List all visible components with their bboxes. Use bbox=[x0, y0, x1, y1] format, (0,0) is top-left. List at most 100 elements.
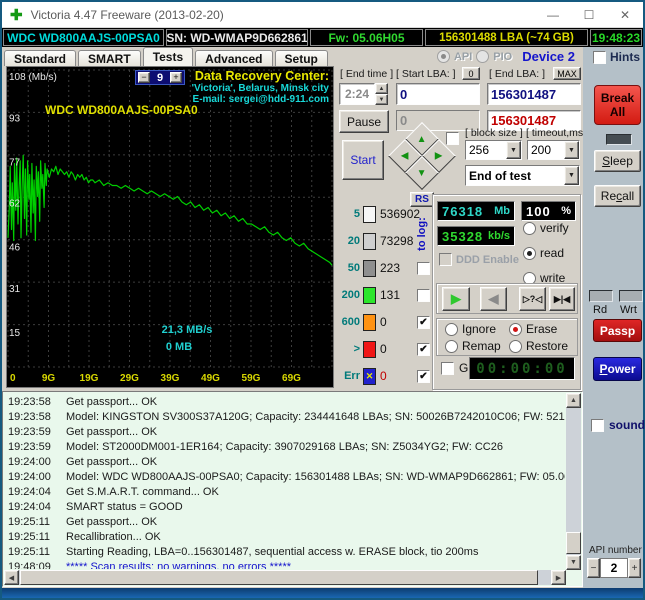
api-pio-group: API PIO Device 2 bbox=[436, 49, 583, 66]
pause-button[interactable]: Pause bbox=[339, 110, 389, 133]
start-lba-field[interactable]: 0 bbox=[396, 83, 480, 105]
log-timestamp: 19:48:09 bbox=[8, 561, 51, 569]
speed-graph: 108 (Mb/s) 93 77 62 46 31 15 0 9G 19G 29G 39G 49G 59G… bbox=[6, 66, 334, 388]
svg-text:77: 77 bbox=[9, 157, 21, 168]
timeout-select[interactable]: 200 ▼ bbox=[527, 140, 580, 160]
counter-row-err: Err ✕ 0 bbox=[336, 364, 432, 388]
max-lba-button[interactable]: MAX bbox=[553, 67, 581, 80]
ddd-checkbox bbox=[439, 253, 452, 266]
hints-checkbox[interactable] bbox=[593, 50, 606, 64]
defect-action-radios: Ignore Erase Remap Restore bbox=[436, 318, 578, 356]
position-lcd: 76318 Mb bbox=[437, 201, 515, 221]
counter-value: 0 bbox=[380, 315, 387, 329]
break-all-button[interactable]: Break All bbox=[594, 85, 641, 125]
hscroll-thumb[interactable] bbox=[20, 570, 538, 585]
log-text: Get S.M.A.R.T. command... OK bbox=[66, 486, 219, 498]
radio-label: Remap bbox=[462, 339, 501, 353]
radio-label: verify bbox=[540, 221, 569, 235]
scale-value: 9 bbox=[156, 71, 164, 84]
counter-log-checkbox[interactable] bbox=[417, 369, 430, 383]
tab-smart[interactable]: SMART bbox=[78, 50, 141, 66]
tab-bar: Standard SMART Tests Advanced Setup API PIO … bbox=[2, 47, 583, 66]
radio-erase[interactable]: Erase bbox=[509, 322, 557, 336]
api-number-label: API number bbox=[589, 545, 642, 556]
random-seek-button[interactable]: ▷?◁ bbox=[519, 287, 546, 311]
log-line: 19:24:04 Get S.M.A.R.T. command... OK bbox=[8, 485, 565, 500]
scroll-up-icon[interactable]: ▲ bbox=[566, 393, 581, 408]
block-size-select[interactable]: 256 ▼ bbox=[465, 140, 522, 160]
end-lba-label: [ End LBA: ] bbox=[489, 68, 546, 80]
pio-radio-label: PIO bbox=[493, 50, 513, 63]
sound-checkbox[interactable] bbox=[591, 418, 604, 432]
tab-standard[interactable]: Standard bbox=[4, 50, 77, 66]
start-button[interactable]: Start bbox=[342, 140, 384, 180]
vscroll-thumb[interactable] bbox=[566, 532, 581, 554]
tab-advanced[interactable]: Advanced bbox=[195, 50, 273, 66]
scale-minus-button[interactable]: − bbox=[138, 72, 150, 83]
log-timestamp: 19:24:00 bbox=[8, 456, 51, 468]
play-button[interactable]: ▶ bbox=[442, 287, 470, 311]
tab-tests[interactable]: Tests bbox=[142, 47, 194, 66]
drive-firmware: Fw: 05.06H05 bbox=[310, 29, 423, 46]
log-line: 19:25:11 Get passport... OK bbox=[8, 515, 565, 530]
clock: 19:48:23 bbox=[590, 29, 642, 46]
counter-log-checkbox[interactable] bbox=[417, 342, 430, 356]
tab-strip: Standard SMART Tests Advanced Setup bbox=[2, 47, 328, 66]
ddd-label: DDD Enable bbox=[456, 253, 519, 266]
counter-log-checkbox[interactable] bbox=[417, 315, 430, 329]
elapsed-timer-lcd: 00:00:00 bbox=[469, 357, 575, 380]
start-lba-zero-button[interactable]: 0 bbox=[462, 67, 480, 80]
grid-checkbox[interactable] bbox=[441, 361, 454, 375]
counter-label: 20 bbox=[347, 235, 360, 247]
log-timestamp: 19:23:59 bbox=[8, 426, 51, 438]
percent-value: 100 bbox=[526, 203, 551, 219]
counter-log-checkbox[interactable] bbox=[417, 261, 430, 275]
end-lba-field[interactable]: 156301487 bbox=[487, 83, 581, 105]
radio-restore[interactable]: Restore bbox=[509, 339, 568, 353]
api-number-minus-button[interactable]: − bbox=[587, 558, 600, 578]
api-number-plus-button[interactable]: + bbox=[628, 558, 641, 578]
scroll-down-icon[interactable]: ▼ bbox=[566, 555, 581, 570]
window-bottom-border bbox=[2, 588, 643, 598]
block-size-dropdown-icon[interactable]: ▼ bbox=[506, 141, 521, 159]
end-time-up-icon[interactable]: ▲ bbox=[375, 83, 388, 94]
recall-button[interactable]: Recall bbox=[594, 185, 641, 207]
radio-remap[interactable]: Remap bbox=[445, 339, 501, 353]
counter-value: 131 bbox=[380, 288, 401, 302]
log-vertical-scrollbar[interactable]: ▲ ▼ bbox=[566, 393, 581, 570]
right-arrow-icon: ▶ bbox=[435, 150, 443, 162]
end-time-down-icon[interactable]: ▼ bbox=[375, 94, 388, 105]
sleep-button[interactable]: Sleep bbox=[594, 150, 641, 172]
scale-plus-button[interactable]: + bbox=[170, 72, 182, 83]
api-number-stepper: − 2 + bbox=[587, 558, 641, 578]
back-button[interactable]: ◀ bbox=[480, 287, 507, 311]
scroll-left-icon[interactable]: ◀ bbox=[4, 570, 19, 585]
log-text: Model: WDC WD800AAJS-00PSA0; Capacity: 1… bbox=[66, 471, 565, 483]
end-time-field[interactable]: 2:24 bbox=[339, 83, 375, 105]
block-time-icon bbox=[363, 340, 376, 358]
radio-verify[interactable]: verify bbox=[523, 221, 569, 235]
butterfly-seek-button[interactable]: ▶|◀ bbox=[549, 287, 575, 311]
log-horizontal-scrollbar[interactable]: ◀ ▶ bbox=[4, 570, 566, 585]
block-time-icon bbox=[363, 205, 376, 223]
block-time-counters: RS to log: 5 536902 20 73298 50 223 200 131 600 0… bbox=[336, 192, 434, 390]
close-icon[interactable]: ✕ bbox=[607, 2, 643, 27]
position-value: 76318 bbox=[442, 203, 484, 219]
banner: Data Recovery Center: 'Victoria', Belaru… bbox=[192, 69, 329, 105]
timeout-dropdown-icon[interactable]: ▼ bbox=[564, 141, 579, 159]
scroll-right-icon[interactable]: ▶ bbox=[551, 570, 566, 585]
minimize-icon[interactable]: — bbox=[535, 2, 571, 27]
radio-ignore[interactable]: Ignore bbox=[445, 322, 496, 336]
maximize-icon[interactable]: ☐ bbox=[571, 2, 607, 27]
power-button[interactable]: Power bbox=[593, 357, 642, 381]
counter-log-checkbox[interactable] bbox=[417, 288, 430, 302]
tab-setup[interactable]: Setup bbox=[274, 50, 328, 66]
radio-read[interactable]: read bbox=[523, 246, 569, 260]
end-of-test-dropdown-icon[interactable]: ▼ bbox=[564, 166, 579, 185]
window-title: Victoria 4.47 Freeware (2013-02-20) bbox=[30, 7, 224, 22]
end-of-test-select[interactable]: End of test ▼ bbox=[465, 165, 580, 186]
jog-checkbox[interactable] bbox=[446, 132, 459, 145]
log-text: Get passport... OK bbox=[66, 456, 158, 468]
passp-button[interactable]: Passp bbox=[593, 319, 642, 342]
log-timestamp: 19:24:04 bbox=[8, 501, 51, 513]
